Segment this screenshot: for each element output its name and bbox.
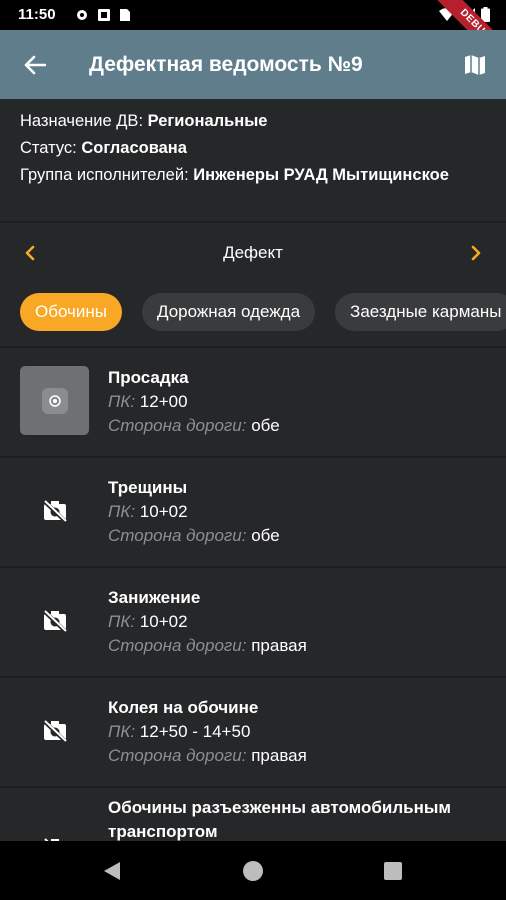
category-chips: Обочины Дорожная одежда Заездные карманы: [20, 293, 506, 331]
defect-name: Просадка: [108, 368, 189, 387]
status-bar: 11:50 DEBUG: [0, 0, 506, 78]
system-recents-icon[interactable]: [384, 862, 402, 880]
pk-label: ПК:: [108, 612, 136, 631]
statement-info: Назначение ДВ: Региональные Статус: Согл…: [20, 110, 490, 187]
side-value: обе: [251, 526, 280, 545]
defect-item[interactable]: Колея на обочине ПК: 12+50 - 14+50 Сторо…: [0, 678, 506, 788]
status-value: Согласована: [81, 139, 187, 157]
app-bar: Дефектная ведомость №9: [0, 30, 506, 99]
side-value: правая: [251, 636, 307, 655]
section-navigator: Дефект: [0, 224, 506, 282]
defect-name: Колея на обочине: [108, 698, 259, 717]
no-photo-icon: [20, 476, 89, 545]
pk-value: 10+02: [139, 502, 188, 521]
defect-item[interactable]: Занижение ПК: 10+02 Сторона дороги: прав…: [0, 568, 506, 678]
status-time: 11:50: [18, 6, 56, 23]
defect-name: Обочины разъезженны автомобильным трансп…: [108, 798, 451, 841]
group-row: Группа исполнителей: Инженеры РУАД Мытищ…: [20, 164, 490, 187]
no-photo-icon: [20, 696, 89, 765]
pk-label: ПК:: [108, 722, 136, 741]
notification-icons: [75, 8, 131, 22]
system-navigation-bar: [0, 841, 506, 900]
settings-icon: [77, 10, 87, 20]
chip-road-surface[interactable]: Дорожная одежда: [142, 293, 316, 331]
side-label: Сторона дороги:: [108, 636, 247, 655]
back-button[interactable]: [20, 50, 50, 80]
system-back-icon[interactable]: [103, 861, 121, 881]
pk-label: ПК:: [108, 392, 136, 411]
chip-bays[interactable]: Заездные карманы: [335, 293, 506, 331]
side-value: обе: [251, 416, 280, 435]
defect-item[interactable]: Просадка ПК: 12+00 Сторона дороги: обе: [0, 348, 506, 458]
group-label: Группа исполнителей:: [20, 166, 194, 184]
side-label: Сторона дороги:: [108, 416, 247, 435]
page-title: Дефектная ведомость №9: [89, 53, 363, 76]
side-label: Сторона дороги:: [108, 746, 247, 765]
defect-name: Трещины: [108, 478, 188, 497]
defect-name: Занижение: [108, 588, 201, 607]
purpose-label: Назначение ДВ:: [20, 112, 148, 130]
pk-label: ПК:: [108, 502, 136, 521]
divider: [0, 221, 506, 223]
purpose-row: Назначение ДВ: Региональные: [20, 110, 490, 133]
side-value: правая: [251, 746, 307, 765]
section-title: Дефект: [223, 243, 283, 262]
next-section-button[interactable]: [464, 240, 488, 266]
defect-list: Просадка ПК: 12+00 Сторона дороги: обе Т…: [0, 348, 506, 896]
system-home-icon[interactable]: [243, 861, 263, 881]
chip-shoulders[interactable]: Обочины: [20, 293, 123, 331]
status-label: Статус:: [20, 139, 82, 157]
pk-value: 12+50 - 14+50: [139, 722, 251, 741]
chevron-right-icon: [471, 245, 481, 261]
sim-card-icon: [120, 9, 130, 21]
no-photo-icon: [20, 586, 89, 655]
defect-photo[interactable]: [20, 366, 89, 435]
side-label: Сторона дороги:: [108, 526, 247, 545]
arrow-back-icon: [24, 55, 46, 75]
pk-value: 10+02: [139, 612, 188, 631]
map-icon: [465, 55, 485, 75]
group-value: Инженеры РУАД Мытищинское: [193, 166, 449, 184]
purpose-value: Региональные: [147, 112, 268, 130]
image-icon: [41, 387, 68, 414]
map-button[interactable]: [462, 51, 488, 79]
defect-item[interactable]: Трещины ПК: 10+02 Сторона дороги: обе: [0, 458, 506, 568]
pk-value: 12+00: [139, 392, 188, 411]
screenshot-icon: [98, 9, 110, 21]
status-row: Статус: Согласована: [20, 137, 490, 160]
